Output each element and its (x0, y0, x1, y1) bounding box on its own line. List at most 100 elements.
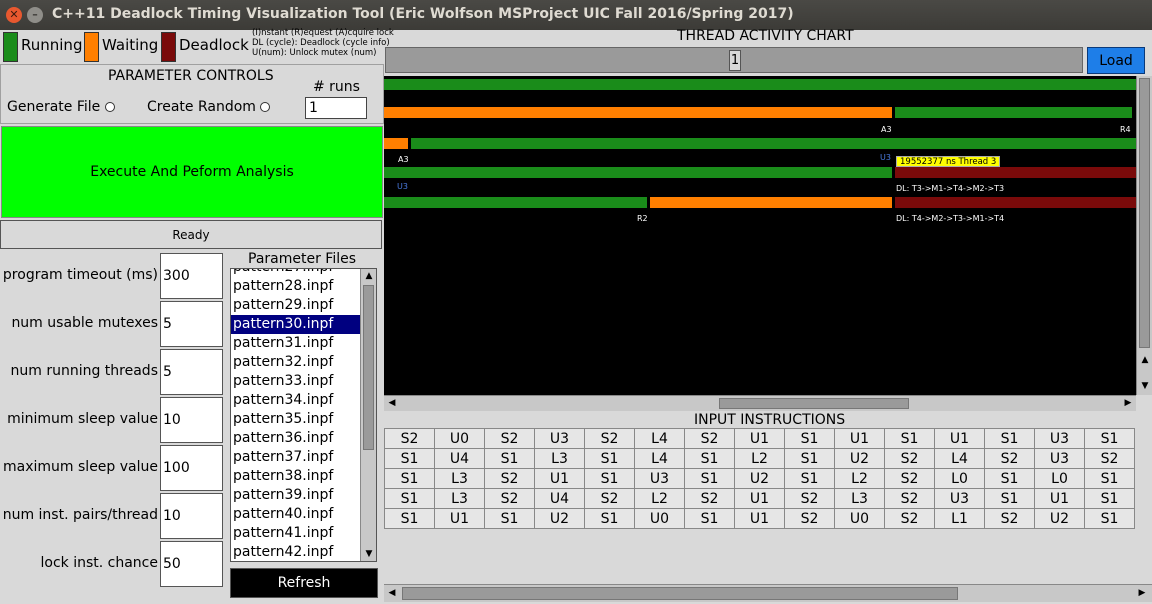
instruction-cell[interactable]: U2 (1034, 508, 1085, 529)
instruction-cell[interactable]: U2 (734, 468, 785, 489)
file-item[interactable]: pattern40.inpf (231, 505, 376, 524)
file-item[interactable]: pattern37.inpf (231, 448, 376, 467)
file-item[interactable]: pattern28.inpf (231, 277, 376, 296)
lock-chance-input[interactable]: 50 (160, 541, 223, 587)
files-scrollbar[interactable]: ▲ ▼ (360, 269, 376, 561)
instruction-cell[interactable]: L0 (1034, 468, 1085, 489)
refresh-button[interactable]: Refresh (230, 568, 378, 598)
min-sleep-input[interactable]: 10 (160, 397, 223, 443)
instruction-cell[interactable]: S1 (984, 488, 1035, 509)
instruction-cell[interactable]: S2 (684, 428, 735, 449)
instruction-cell[interactable]: S2 (884, 508, 935, 529)
create-random-radio[interactable] (260, 102, 271, 112)
run-selector-thumb[interactable]: 1 (729, 50, 741, 71)
instruction-cell[interactable]: U2 (534, 508, 585, 529)
instruction-cell[interactable]: U1 (934, 428, 985, 449)
instruction-cell[interactable]: S1 (484, 508, 535, 529)
instruction-cell[interactable]: S2 (784, 508, 835, 529)
chart-vscroll-thumb[interactable] (1139, 78, 1150, 348)
file-item[interactable]: pattern31.inpf (231, 334, 376, 353)
file-item[interactable]: pattern33.inpf (231, 372, 376, 391)
generate-file-radio[interactable] (104, 102, 115, 112)
instruction-cell[interactable]: S2 (884, 468, 935, 489)
chart-hscroll-thumb[interactable] (719, 398, 909, 409)
instruction-cell[interactable]: U4 (434, 448, 485, 469)
instruction-cell[interactable]: S1 (684, 448, 735, 469)
instruction-cell[interactable]: S1 (684, 508, 735, 529)
instruction-cell[interactable]: S1 (684, 468, 735, 489)
instr-scroll-right-icon[interactable]: ▶ (1134, 588, 1150, 598)
instruction-cell[interactable]: S2 (1084, 448, 1135, 469)
instruction-cell[interactable]: L4 (934, 448, 985, 469)
threads-input[interactable]: 5 (160, 349, 223, 395)
instruction-cell[interactable]: U1 (734, 428, 785, 449)
instruction-cell[interactable]: S1 (1084, 508, 1135, 529)
instruction-cell[interactable]: S2 (884, 448, 935, 469)
file-item[interactable]: pattern35.inpf (231, 410, 376, 429)
instruction-cell[interactable]: S1 (584, 508, 635, 529)
chart-scroll-up-icon[interactable]: ▲ (1137, 355, 1152, 365)
instruction-cell[interactable]: L3 (834, 488, 885, 509)
create-random-option[interactable]: Create Random (147, 99, 271, 115)
instruction-cell[interactable]: U3 (634, 468, 685, 489)
file-item[interactable]: pattern29.inpf (231, 296, 376, 315)
instruction-cell[interactable]: S1 (584, 468, 635, 489)
scroll-down-icon[interactable]: ▼ (361, 549, 376, 559)
chart-vertical-scrollbar[interactable]: ▲ ▼ (1136, 76, 1152, 395)
file-item-selected[interactable]: pattern30.inpf (231, 315, 376, 334)
instruction-cell[interactable]: L2 (634, 488, 685, 509)
mutexes-input[interactable]: 5 (160, 301, 223, 347)
parameter-files-list[interactable]: pattern27.inpf pattern28.inpf pattern29.… (230, 268, 377, 562)
instruction-cell[interactable]: S1 (384, 468, 435, 489)
instruction-cell[interactable]: S2 (784, 488, 835, 509)
scroll-up-icon[interactable]: ▲ (361, 271, 376, 281)
chart-scroll-right-icon[interactable]: ▶ (1120, 398, 1136, 408)
instruction-cell[interactable]: S1 (1084, 468, 1135, 489)
instruction-cell[interactable]: L2 (834, 468, 885, 489)
instruction-cell[interactable]: L2 (734, 448, 785, 469)
file-item[interactable]: pattern38.inpf (231, 467, 376, 486)
instruction-cell[interactable]: S2 (384, 428, 435, 449)
instruction-cell[interactable]: U2 (834, 448, 885, 469)
load-button[interactable]: Load (1087, 47, 1145, 74)
instruction-cell[interactable]: S1 (984, 428, 1035, 449)
instruction-cell[interactable]: L4 (634, 448, 685, 469)
instruction-cell[interactable]: U1 (1034, 488, 1085, 509)
max-sleep-input[interactable]: 100 (160, 445, 223, 491)
close-icon[interactable]: ✕ (6, 7, 22, 23)
file-item[interactable]: pattern34.inpf (231, 391, 376, 410)
timeout-input[interactable]: 300 (160, 253, 223, 299)
instruction-cell[interactable]: S2 (584, 488, 635, 509)
instructions-scrollbar[interactable]: ◀ ▶ (384, 584, 1152, 602)
instruction-cell[interactable]: S1 (384, 488, 435, 509)
instruction-cell[interactable]: S1 (384, 448, 435, 469)
instr-scroll-left-icon[interactable]: ◀ (384, 588, 400, 598)
file-item[interactable]: pattern39.inpf (231, 486, 376, 505)
instruction-cell[interactable]: U1 (734, 508, 785, 529)
instruction-cell[interactable]: U0 (834, 508, 885, 529)
instruction-cell[interactable]: S1 (384, 508, 435, 529)
chart-scroll-down-icon[interactable]: ▼ (1137, 381, 1152, 391)
minimize-icon[interactable]: – (27, 7, 43, 23)
instruction-cell[interactable]: S2 (584, 428, 635, 449)
instruction-cell[interactable]: U3 (934, 488, 985, 509)
instruction-cell[interactable]: U1 (434, 508, 485, 529)
instr-scroll-thumb[interactable] (402, 587, 958, 600)
instruction-cell[interactable]: U1 (834, 428, 885, 449)
instruction-cell[interactable]: S2 (484, 488, 535, 509)
chart-scroll-left-icon[interactable]: ◀ (384, 398, 400, 408)
instruction-cell[interactable]: S1 (984, 468, 1035, 489)
instruction-cell[interactable]: S2 (484, 428, 535, 449)
instruction-cell[interactable]: S1 (784, 428, 835, 449)
generate-file-option[interactable]: Generate File (7, 99, 115, 115)
file-item[interactable]: pattern36.inpf (231, 429, 376, 448)
runs-input[interactable]: 1 (305, 97, 367, 119)
instruction-cell[interactable]: L3 (434, 468, 485, 489)
execute-button[interactable]: Execute And Peform Analysis (1, 126, 383, 218)
instruction-cell[interactable]: U3 (1034, 428, 1085, 449)
instruction-cell[interactable]: U3 (1034, 448, 1085, 469)
scroll-thumb[interactable] (363, 285, 374, 450)
file-item[interactable]: pattern32.inpf (231, 353, 376, 372)
instruction-cell[interactable]: U1 (534, 468, 585, 489)
instruction-cell[interactable]: L3 (434, 488, 485, 509)
